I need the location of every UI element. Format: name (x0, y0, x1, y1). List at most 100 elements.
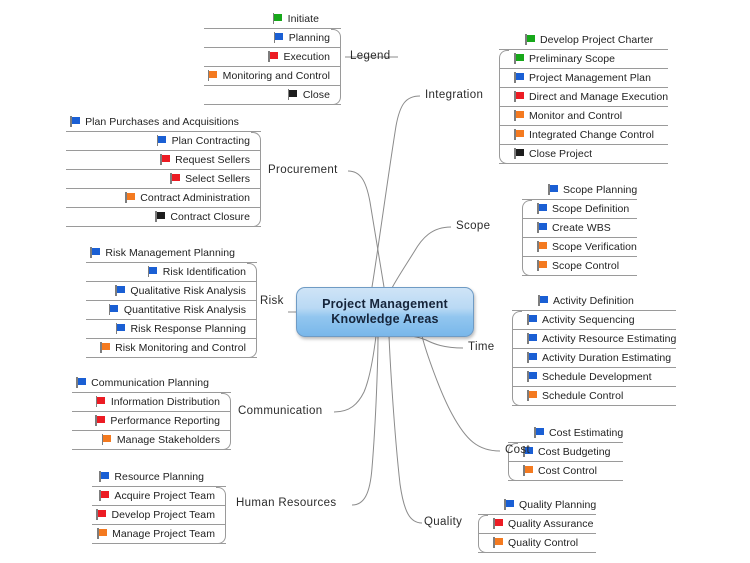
leaf-item[interactable]: Plan Purchases and Acquisitions (66, 113, 261, 132)
leaf-item[interactable]: Activity Sequencing (512, 311, 677, 330)
leaf-item[interactable]: Schedule Control (512, 387, 677, 406)
leaf-item[interactable]: Risk Management Planning (86, 244, 257, 263)
leaf-item[interactable]: Information Distribution (72, 393, 231, 412)
leaf-item[interactable]: Quantitative Risk Analysis (86, 301, 257, 320)
leaf-item[interactable]: Activity Resource Estimating (512, 330, 677, 349)
leaf-item[interactable]: Cost Control (508, 462, 624, 481)
leaf-label: Manage Project Team (112, 527, 215, 540)
branch-label-time[interactable]: Time (468, 341, 495, 353)
leaf-item[interactable]: Monitor and Control (499, 107, 669, 126)
leaf-label: Quantitative Risk Analysis (123, 303, 246, 316)
leaf-item[interactable]: Cost Estimating (508, 424, 624, 443)
leaf-item[interactable]: Develop Project Charter (499, 31, 669, 50)
leaf-item[interactable]: Acquire Project Team (92, 487, 226, 506)
leaf-item[interactable]: Close Project (499, 145, 669, 164)
leaf-item[interactable]: Scope Control (522, 257, 638, 276)
mindmap-canvas: Project Management Knowledge Areas Legen… (0, 0, 750, 563)
flag-icon-orange (207, 70, 219, 81)
branch-label-risk[interactable]: Risk (260, 295, 284, 307)
leaf-item[interactable]: Close (203, 86, 341, 105)
leaf-item[interactable]: Project Management Plan (499, 69, 669, 88)
leaf-label: Develop Project Charter (540, 33, 654, 46)
leaf-item[interactable]: Request Sellers (66, 151, 261, 170)
leaf-item[interactable]: Initiate (203, 10, 341, 29)
leaf-item[interactable]: Preliminary Scope (499, 50, 669, 69)
flag-icon-blue (537, 203, 548, 214)
leaf-item[interactable]: Contract Closure (66, 208, 261, 227)
connector-integration (371, 95, 421, 288)
leaf-label: Activity Duration Estimating (542, 351, 672, 364)
leaf-item[interactable]: Qualitative Risk Analysis (86, 282, 257, 301)
leaf-group-risk: Risk Management Planning Risk Identificat… (86, 244, 257, 358)
branch-label-humanresources[interactable]: Human Resources (236, 497, 336, 509)
flag-icon-black (155, 211, 166, 222)
flag-icon-black (287, 89, 299, 100)
leaf-item[interactable]: Monitoring and Control (203, 67, 341, 86)
leaf-item[interactable]: Direct and Manage Execution (499, 88, 669, 107)
leaf-item[interactable]: Contract Administration (66, 189, 261, 208)
leaf-item[interactable]: Communication Planning (72, 374, 231, 393)
leaf-label: Quality Assurance (508, 517, 594, 530)
flag-icon-red (95, 396, 107, 407)
flag-icon-orange (537, 260, 548, 271)
leaf-label: Activity Resource Estimating (542, 332, 677, 345)
leaf-item[interactable]: Schedule Development (512, 368, 677, 387)
central-node[interactable]: Project Management Knowledge Areas (296, 287, 474, 337)
flag-icon-orange (125, 192, 136, 203)
leaf-item[interactable]: Risk Identification (86, 263, 257, 282)
connector-cost (421, 335, 501, 452)
leaf-label: Monitor and Control (529, 109, 623, 122)
leaf-item[interactable]: Activity Definition (512, 292, 677, 311)
leaf-item[interactable]: Quality Control (478, 534, 597, 553)
flag-icon-blue (504, 499, 515, 510)
leaf-item[interactable]: Manage Project Team (92, 525, 226, 544)
branch-label-integration[interactable]: Integration (425, 89, 483, 101)
leaf-label: Acquire Project Team (114, 489, 215, 502)
branch-label-legend[interactable]: Legend (350, 50, 390, 62)
flag-icon-green (525, 34, 536, 45)
leaf-item[interactable]: Quality Assurance (478, 515, 597, 534)
flag-icon-blue (537, 222, 548, 233)
leaf-item[interactable]: Planning (203, 29, 341, 48)
flag-icon-orange (100, 342, 111, 353)
branch-label-quality[interactable]: Quality (424, 516, 462, 528)
leaf-item[interactable]: Execution (203, 48, 341, 67)
branch-label-procurement[interactable]: Procurement (268, 164, 338, 176)
flag-icon-orange (514, 110, 525, 121)
leaf-item[interactable]: Select Sellers (66, 170, 261, 189)
leaf-item[interactable]: Risk Monitoring and Control (86, 339, 257, 358)
leaf-item[interactable]: Create WBS (522, 219, 638, 238)
leaf-item[interactable]: Manage Stakeholders (72, 431, 231, 450)
leaf-label: Execution (283, 50, 330, 63)
leaf-item[interactable]: Integrated Change Control (499, 126, 669, 145)
flag-icon-red (160, 154, 171, 165)
leaf-item[interactable]: Risk Response Planning (86, 320, 257, 339)
flag-icon-blue (514, 72, 525, 83)
central-node-line1: Project Management (322, 297, 448, 311)
branch-label-communication[interactable]: Communication (238, 405, 322, 417)
leaf-label: Cost Estimating (549, 426, 624, 439)
leaf-item[interactable]: Quality Planning (478, 496, 597, 515)
leaf-item[interactable]: Scope Planning (522, 181, 638, 200)
leaf-label: Plan Contracting (171, 134, 250, 147)
leaf-label: Quality Planning (519, 498, 597, 511)
branch-label-cost[interactable]: Cost (505, 444, 530, 456)
leaf-label: Schedule Development (542, 370, 652, 383)
leaf-item[interactable]: Resource Planning (92, 468, 226, 487)
leaf-label: Activity Sequencing (542, 313, 635, 326)
leaf-item[interactable]: Plan Contracting (66, 132, 261, 151)
leaf-label: Monitoring and Control (222, 69, 330, 82)
leaf-label: Contract Administration (140, 191, 250, 204)
central-node-line2: Knowledge Areas (331, 312, 439, 326)
branch-label-scope[interactable]: Scope (456, 220, 490, 232)
leaf-item[interactable]: Scope Verification (522, 238, 638, 257)
leaf-item[interactable]: Activity Duration Estimating (512, 349, 677, 368)
leaf-item[interactable]: Performance Reporting (72, 412, 231, 431)
leaf-label: Quality Control (508, 536, 579, 549)
flag-icon-red (95, 415, 106, 426)
leaf-item[interactable]: Scope Definition (522, 200, 638, 219)
flag-icon-red (96, 509, 107, 520)
flag-icon-red (170, 173, 181, 184)
flag-icon-blue (548, 184, 559, 195)
leaf-item[interactable]: Develop Project Team (92, 506, 226, 525)
